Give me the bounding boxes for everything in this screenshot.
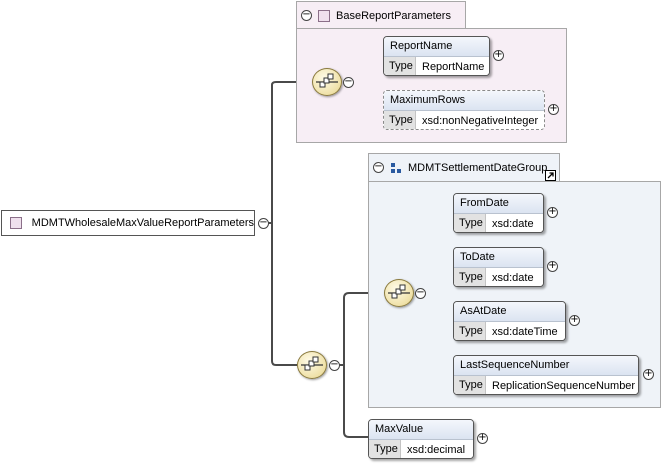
shortcut-arrow-icon[interactable] xyxy=(545,170,556,181)
connector-to-maxvalue xyxy=(343,365,369,438)
type-value: xsd:dateTime xyxy=(492,325,558,338)
type-value: xsd:date xyxy=(492,217,534,230)
type-value: ReportName xyxy=(422,60,485,73)
plus-circle-icon[interactable]: + xyxy=(493,50,504,61)
connector-root-to-main-seq xyxy=(271,223,297,366)
minus-circle-icon[interactable]: − xyxy=(258,218,269,229)
root-element[interactable]: MDMTWholesaleMaxValueReportParameters xyxy=(1,210,255,236)
sequence-compositor-icon[interactable] xyxy=(297,351,327,379)
element-name: ReportName xyxy=(384,37,489,57)
minus-circle-icon[interactable]: − xyxy=(301,10,312,21)
sequence-compositor-icon[interactable] xyxy=(384,279,414,307)
type-key: Type xyxy=(384,111,416,129)
group-label-settlement: MDMTSettlementDateGroup xyxy=(408,161,548,174)
type-key: Type xyxy=(454,214,486,232)
type-key: Type xyxy=(454,376,486,394)
minus-circle-icon[interactable]: − xyxy=(373,162,384,173)
type-key: Type xyxy=(454,322,486,340)
type-key: Type xyxy=(384,57,416,75)
plus-circle-icon[interactable]: + xyxy=(548,104,559,115)
type-key: Type xyxy=(454,268,486,286)
plus-circle-icon[interactable]: + xyxy=(547,261,558,272)
element-type-row: Type xsd:date xyxy=(454,268,543,286)
type-key: Type xyxy=(369,440,401,458)
element-maxvalue[interactable]: MaxValue Type xsd:decimal xyxy=(368,419,474,459)
element-fromdate[interactable]: FromDate Type xsd:date xyxy=(453,193,544,233)
minus-circle-icon[interactable]: − xyxy=(343,77,354,88)
type-value: ReplicationSequenceNumber xyxy=(492,379,636,392)
plus-circle-icon[interactable]: + xyxy=(547,207,558,218)
shortcut-arrow-glyph xyxy=(547,172,554,179)
element-type-row: Type ReplicationSequenceNumber xyxy=(454,376,638,394)
element-name: MaxValue xyxy=(369,420,473,440)
element-reportname[interactable]: ReportName Type ReportName xyxy=(383,36,490,76)
root-element-label: MDMTWholesaleMaxValueReportParameters xyxy=(31,217,254,229)
group-icon xyxy=(390,162,402,174)
element-name: MaximumRows xyxy=(384,91,544,111)
element-name: AsAtDate xyxy=(454,302,565,322)
element-name: LastSequenceNumber xyxy=(454,356,638,376)
element-asatdate[interactable]: AsAtDate Type xsd:dateTime xyxy=(453,301,566,341)
element-type-row: Type xsd:date xyxy=(454,214,543,232)
group-tab-settlement[interactable]: − MDMTSettlementDateGroup xyxy=(368,153,560,181)
plus-circle-icon[interactable]: + xyxy=(643,369,654,380)
sequence-glyph-icon xyxy=(388,284,410,299)
element-todate[interactable]: ToDate Type xsd:date xyxy=(453,247,544,287)
plus-circle-icon[interactable]: + xyxy=(569,315,580,326)
sequence-compositor-icon[interactable] xyxy=(312,68,342,96)
element-maximumrows[interactable]: MaximumRows Type xsd:nonNegativeInteger xyxy=(383,90,545,130)
minus-circle-icon[interactable]: − xyxy=(329,360,340,371)
element-name: ToDate xyxy=(454,248,543,268)
element-type-row: Type ReportName xyxy=(384,57,489,75)
group-tab-base[interactable]: − BaseReportParameters xyxy=(296,1,466,29)
minus-circle-icon[interactable]: − xyxy=(415,288,426,299)
plus-circle-icon[interactable]: + xyxy=(477,433,488,444)
element-type-row: Type xsd:dateTime xyxy=(454,322,565,340)
sequence-glyph-icon xyxy=(301,356,323,371)
type-value: xsd:nonNegativeInteger xyxy=(422,114,539,127)
group-icon xyxy=(318,9,330,22)
element-type-row: Type xsd:decimal xyxy=(369,440,473,458)
type-value: xsd:decimal xyxy=(407,443,466,456)
element-name: FromDate xyxy=(454,194,543,214)
type-value: xsd:date xyxy=(492,271,534,284)
sequence-glyph-icon xyxy=(316,73,338,88)
complex-type-icon xyxy=(10,217,22,229)
element-type-row: Type xsd:nonNegativeInteger xyxy=(384,111,544,129)
group-label-base: BaseReportParameters xyxy=(336,9,451,22)
element-lastsequencenumber[interactable]: LastSequenceNumber Type ReplicationSeque… xyxy=(453,355,639,395)
